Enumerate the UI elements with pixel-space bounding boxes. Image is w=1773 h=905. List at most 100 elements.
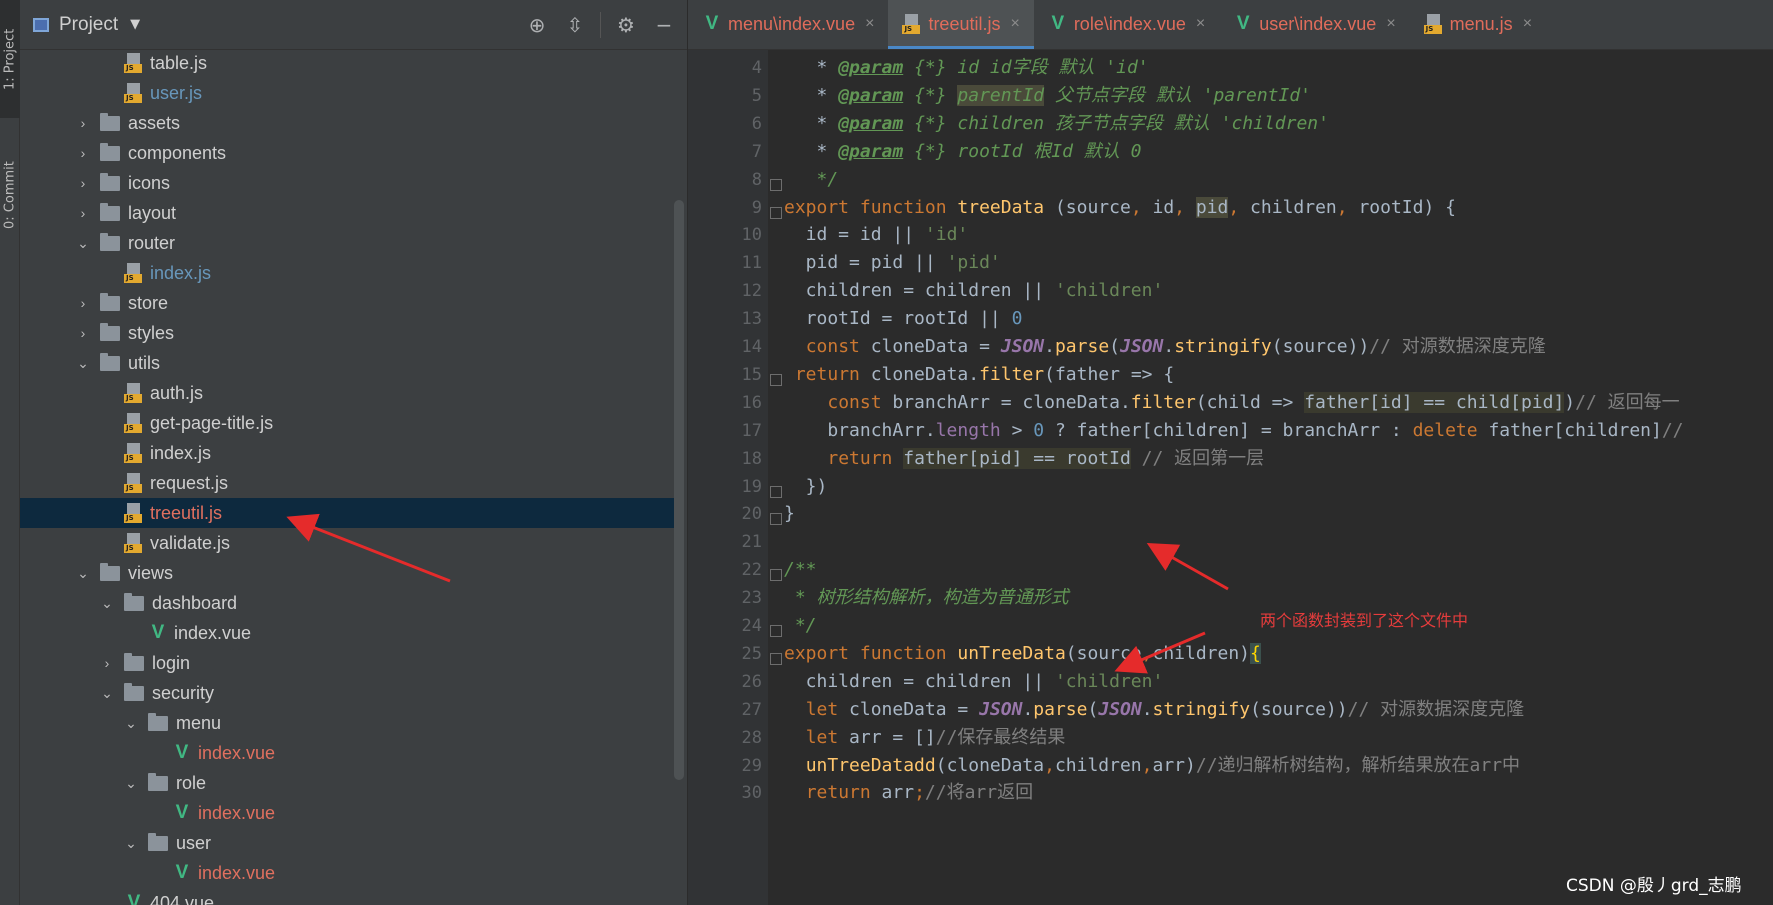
tree-folder[interactable]: ⌄ utils: [20, 348, 680, 378]
chevron-down-icon[interactable]: ⌄: [124, 775, 138, 792]
tree-folder[interactable]: › assets: [20, 108, 680, 138]
chevron-down-icon[interactable]: ▼: [130, 17, 140, 32]
collapse-all-icon[interactable]: ⇳: [562, 12, 588, 38]
editor-tab[interactable]: Vmenu\index.vue ×: [688, 0, 888, 49]
tree-folder[interactable]: › layout: [20, 198, 680, 228]
chevron-down-icon[interactable]: ⌄: [124, 715, 138, 732]
code-line[interactable]: */: [784, 610, 817, 641]
code-line[interactable]: /**: [784, 554, 817, 585]
close-icon[interactable]: ×: [865, 15, 874, 33]
tree-folder[interactable]: ⌄ security: [20, 678, 680, 708]
code-line[interactable]: */: [784, 164, 839, 195]
chevron-down-icon[interactable]: ⌄: [76, 235, 90, 252]
chevron-down-icon[interactable]: ⌄: [100, 685, 114, 702]
code-line[interactable]: }: [784, 498, 795, 529]
code-line[interactable]: export function unTreeData(source,childr…: [784, 638, 1261, 669]
chevron-right-icon[interactable]: ›: [76, 115, 90, 131]
js-file-icon: JS: [124, 383, 142, 403]
tree-file[interactable]: Vindex.vue: [20, 618, 680, 648]
fold-marker-icon[interactable]: [770, 206, 782, 219]
editor-tab[interactable]: JS menu.js ×: [1410, 0, 1546, 49]
tree-folder[interactable]: › styles: [20, 318, 680, 348]
close-icon[interactable]: ×: [1386, 15, 1395, 33]
code-line[interactable]: const branchArr = cloneData.filter(child…: [784, 387, 1680, 418]
code-line[interactable]: let arr = []//保存最终结果: [784, 722, 1066, 753]
chevron-right-icon[interactable]: ›: [100, 655, 114, 671]
code-line[interactable]: unTreeDatadd(cloneData,children,arr)//递归…: [784, 750, 1520, 781]
chevron-right-icon[interactable]: ›: [76, 325, 90, 341]
tree-folder[interactable]: ⌄ menu: [20, 708, 680, 738]
code-line[interactable]: * @param {*} children 孩子节点字段 默认 'childre…: [784, 108, 1330, 139]
tree-file[interactable]: JS auth.js: [20, 378, 680, 408]
code-line[interactable]: * @param {*} parentId 父节点字段 默认 'parentId…: [784, 80, 1311, 111]
tree-folder[interactable]: › store: [20, 288, 680, 318]
tree-file[interactable]: JS index.js: [20, 258, 680, 288]
chevron-down-icon[interactable]: ⌄: [76, 565, 90, 582]
code-line[interactable]: id = id || 'id': [784, 219, 969, 250]
gear-icon[interactable]: ⚙: [613, 12, 639, 38]
tree-file[interactable]: Vindex.vue: [20, 798, 680, 828]
editor-tab[interactable]: Vrole\index.vue ×: [1034, 0, 1219, 49]
fold-marker-icon[interactable]: [770, 652, 782, 665]
tree-file[interactable]: JS treeutil.js: [20, 498, 680, 528]
tree-folder[interactable]: ⌄ views: [20, 558, 680, 588]
chevron-down-icon[interactable]: ⌄: [76, 355, 90, 372]
close-icon[interactable]: ×: [1196, 15, 1205, 33]
code-line[interactable]: let cloneData = JSON.parse(JSON.stringif…: [784, 694, 1524, 725]
tree-folder[interactable]: ⌄ user: [20, 828, 680, 858]
tree-file[interactable]: Vindex.vue: [20, 858, 680, 888]
minimize-icon[interactable]: −: [651, 12, 677, 38]
code-line[interactable]: }): [784, 471, 828, 502]
editor-tab[interactable]: JS treeutil.js ×: [888, 0, 1035, 49]
fold-marker-icon[interactable]: [770, 625, 782, 637]
fold-marker-icon[interactable]: [770, 513, 782, 526]
tree-file[interactable]: JS index.js: [20, 438, 680, 468]
code-line[interactable]: rootId = rootId || 0: [784, 303, 1023, 334]
tree-item-label: utils: [128, 352, 161, 373]
tree-file[interactable]: JS get-page-title.js: [20, 408, 680, 438]
tree-folder[interactable]: ⌄ dashboard: [20, 588, 680, 618]
chevron-right-icon[interactable]: ›: [76, 295, 90, 311]
locate-icon[interactable]: ⊕: [524, 12, 550, 38]
code-line[interactable]: return arr;//将arr返回: [784, 777, 1033, 808]
code-line[interactable]: return cloneData.filter(father => {: [784, 359, 1174, 390]
tree-file[interactable]: Vindex.vue: [20, 738, 680, 768]
code-line[interactable]: * @param {*} id id字段 默认 'id': [784, 52, 1149, 83]
chevron-right-icon[interactable]: ›: [76, 145, 90, 161]
chevron-down-icon[interactable]: ⌄: [124, 835, 138, 852]
chevron-down-icon[interactable]: ⌄: [100, 595, 114, 612]
code-line[interactable]: branchArr.length > 0 ? father[children] …: [784, 415, 1683, 446]
tool-tab-project[interactable]: 1: Project: [0, 0, 20, 118]
close-icon[interactable]: ×: [1523, 15, 1532, 33]
tree-file[interactable]: JS validate.js: [20, 528, 680, 558]
code-content[interactable]: * @param {*} id id字段 默认 'id' * @param {*…: [784, 50, 1773, 905]
tree-file[interactable]: JS request.js: [20, 468, 680, 498]
code-line[interactable]: * 树形结构解析，构造为普通形式: [784, 582, 1069, 613]
code-line[interactable]: pid = pid || 'pid': [784, 247, 1001, 278]
fold-marker-icon[interactable]: [770, 569, 782, 582]
code-line[interactable]: * @param {*} rootId 根Id 默认 0: [784, 136, 1142, 167]
tree-file[interactable]: V 404.vue: [20, 888, 680, 905]
fold-marker-icon[interactable]: [770, 178, 782, 191]
editor-tab[interactable]: Vuser\index.vue ×: [1219, 0, 1409, 49]
tree-folder[interactable]: › login: [20, 648, 680, 678]
tree-folder[interactable]: › components: [20, 138, 680, 168]
code-line[interactable]: const cloneData = JSON.parse(JSON.string…: [784, 331, 1546, 362]
fold-marker-icon[interactable]: [770, 485, 782, 498]
code-line[interactable]: children = children || 'children': [784, 666, 1164, 697]
project-view-selector[interactable]: Project: [59, 14, 118, 36]
tree-file[interactable]: JS user.js: [20, 78, 680, 108]
chevron-right-icon[interactable]: ›: [76, 205, 90, 221]
code-line[interactable]: children = children || 'children': [784, 275, 1164, 306]
close-icon[interactable]: ×: [1010, 15, 1019, 33]
code-line[interactable]: export function treeData (source, id, pi…: [784, 192, 1456, 223]
fold-marker-icon[interactable]: [770, 373, 782, 386]
tree-folder[interactable]: › icons: [20, 168, 680, 198]
chevron-right-icon[interactable]: ›: [76, 175, 90, 191]
tree-folder[interactable]: ⌄ role: [20, 768, 680, 798]
code-line[interactable]: return father[pid] == rootId // 返回第一层: [784, 443, 1264, 474]
tree-folder[interactable]: ⌄ router: [20, 228, 680, 258]
tree-file[interactable]: JS table.js: [20, 48, 680, 78]
tool-tab-commit[interactable]: 0: Commit: [0, 140, 20, 250]
vertical-scrollbar[interactable]: [674, 200, 684, 780]
